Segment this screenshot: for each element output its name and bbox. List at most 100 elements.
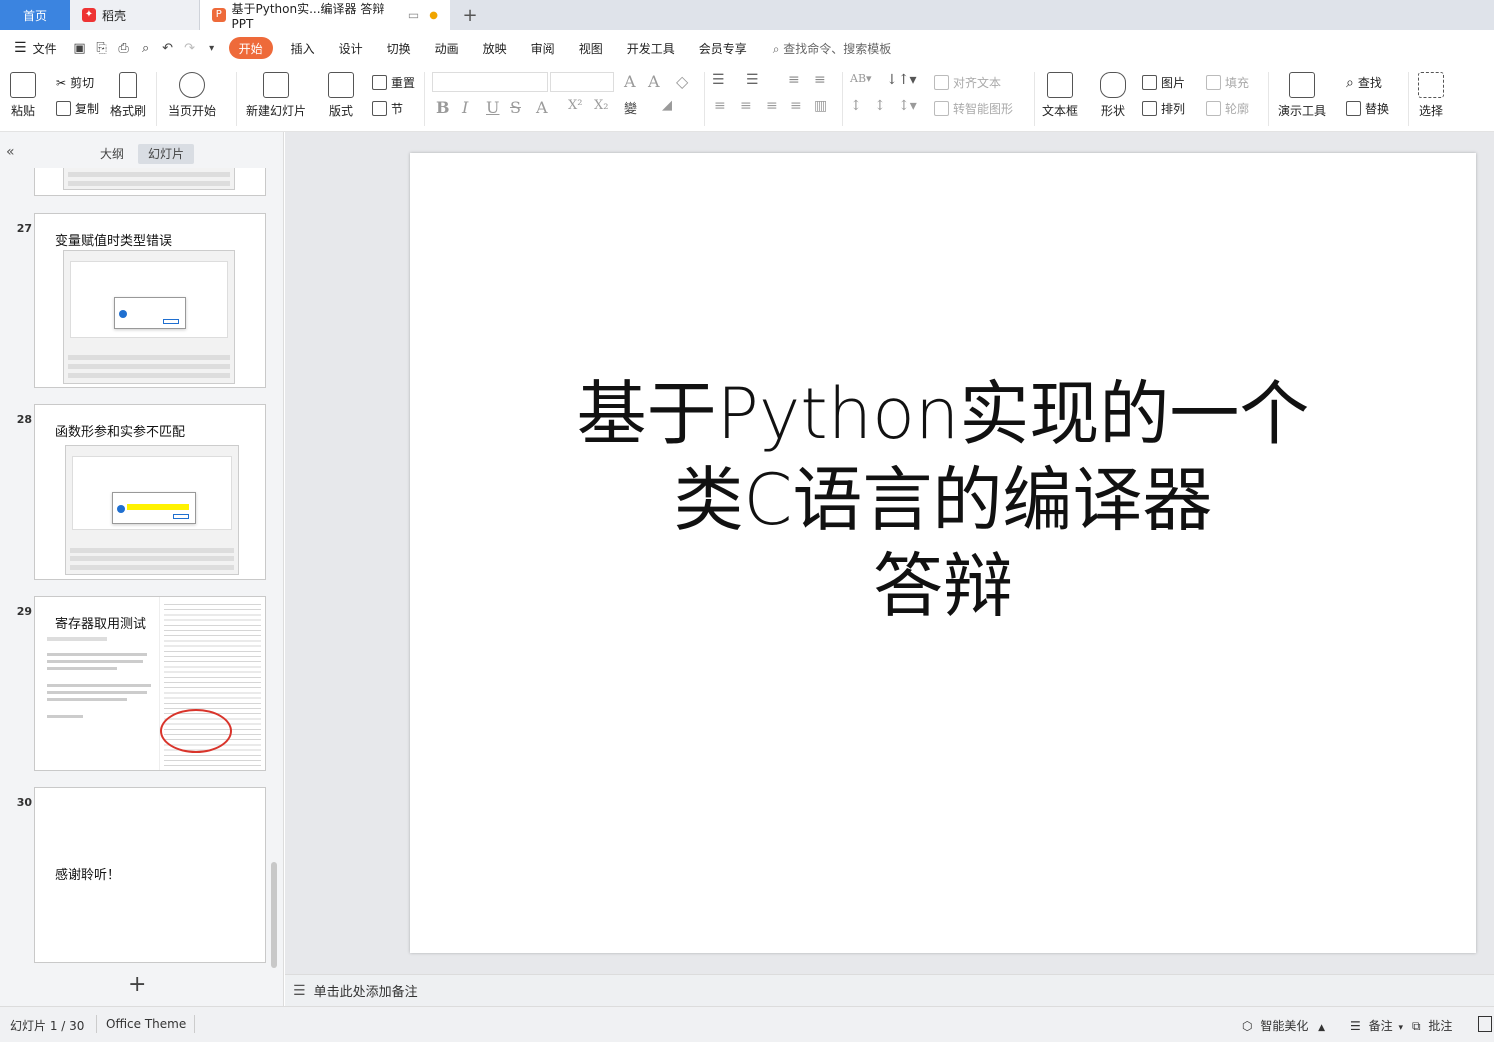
menu-tab-review[interactable]: 审阅 [519,30,567,66]
decrease-font-icon[interactable]: A [648,72,660,91]
notes-bar[interactable]: ☰ 单击此处添加备注 [285,974,1494,1006]
outline-button[interactable]: 轮廓 [1206,100,1249,117]
tab-home[interactable]: 首页 [0,0,70,30]
panel-scrollbar[interactable] [271,862,277,968]
tab-document[interactable]: P 基于Python实...编译器 答辩PPT ▭ ● [200,0,450,31]
print-preview-icon[interactable]: ⌕ [135,37,157,59]
font-color-icon[interactable]: A [536,98,548,117]
slide-panel: « 大纲 幻灯片 27 变量赋值时类型错误 28 函数形参和实参不匹配 29 寄… [0,132,284,1006]
subscript-icon[interactable]: X₂ [594,98,608,113]
cut-button[interactable]: ✂ 剪切 [56,74,94,91]
undo-icon[interactable]: ↶ [157,37,179,59]
distribute-icon[interactable]: ▥ [814,98,827,114]
spacing-dropdown-icon[interactable]: ↕▾ [898,98,917,114]
slide-thumbnail-27[interactable]: 变量赋值时类型错误 [34,213,266,388]
thumbnail-title: 感谢聆听！ [55,868,121,883]
textbox-button[interactable]: 文本框 [1042,72,1078,119]
paste-button[interactable]: 粘贴 [10,72,36,119]
bullet-list-icon[interactable]: ☰ [712,72,725,88]
menu-tab-view[interactable]: 视图 [567,30,615,66]
menu-tab-transition[interactable]: 切换 [375,30,423,66]
redo-icon[interactable]: ↷ [179,37,201,59]
presenter-tools-button[interactable]: 演示工具 [1278,72,1326,119]
normal-view-icon[interactable] [1478,1016,1492,1032]
export-pdf-icon[interactable]: ⎘ [91,37,113,59]
menu-tab-developer[interactable]: 开发工具 [615,30,687,66]
comments-button[interactable]: ⧉ 批注 [1412,1017,1452,1034]
tab-slides[interactable]: 幻灯片 [138,144,195,164]
tab-outline[interactable]: 大纲 [90,144,134,164]
pin-icon[interactable]: ▭ [408,8,419,22]
strikethrough-icon[interactable]: S [510,98,521,117]
numbered-list-icon[interactable]: ☰ [746,72,759,88]
paragraph-spacing-icon[interactable]: ↕ [874,98,886,114]
menu-tab-animation[interactable]: 动画 [423,30,471,66]
slide-title-line-1: 基于Python实现的一个 [576,373,1310,455]
format-painter-button[interactable]: 格式刷 [110,72,146,119]
superscript-icon[interactable]: X² [568,98,582,113]
align-right-icon[interactable]: ≡ [766,98,778,114]
clear-format-icon[interactable]: ◇ [676,72,688,91]
text-direction-icon[interactable]: AB▾ [850,72,872,85]
font-family-select[interactable] [432,72,548,92]
picture-button[interactable]: 图片 [1142,74,1185,91]
smartart-button[interactable]: 转智能图形 [934,100,1013,117]
outline-label: 轮廓 [1225,102,1250,116]
align-text-button[interactable]: 对齐文本 [934,74,1001,91]
menu-tab-home[interactable]: 开始 [228,37,273,59]
slide-counter: 幻灯片 1 / 30 [10,1019,85,1033]
file-menu[interactable]: ☰ 文件 [0,30,69,66]
slide-title[interactable]: 基于Python实现的一个 类C语言的编译器 答辩 [410,371,1476,629]
new-tab-button[interactable]: + [450,0,490,30]
play-from-current-button[interactable]: 当页开始 [168,72,216,119]
smart-beautify-button[interactable]: ⬡ 智能美化 ▲ [1242,1017,1325,1034]
notes-toggle-button[interactable]: ☰ 备注 ▾ [1350,1017,1403,1034]
save-icon[interactable]: ▣ [69,37,91,59]
bold-icon[interactable]: B [436,98,450,117]
shape-button[interactable]: 形状 [1100,72,1126,119]
section-button[interactable]: 节 [372,100,403,117]
find-button[interactable]: ⌕ 查找 [1346,74,1382,91]
phonetic-icon[interactable]: 變 [624,98,637,117]
underline-icon[interactable]: U [486,98,499,117]
print-icon[interactable]: ⎙ [113,37,135,59]
align-left-icon[interactable]: ≡ [714,98,726,114]
slide-thumbnail-30[interactable]: 感谢聆听！ [34,787,266,963]
font-size-select[interactable] [550,72,614,92]
command-search[interactable]: ⌕ 查找命令、搜索模板 [773,40,892,57]
replace-button[interactable]: 替换 [1346,100,1389,117]
select-button[interactable]: 选择 [1418,72,1444,119]
smartart-label: 转智能图形 [953,102,1014,116]
picture-label: 图片 [1161,76,1186,90]
increase-indent-icon[interactable]: ≡ [814,72,826,88]
tab-daoke[interactable]: ✦ 稻壳 [70,0,200,30]
add-slide-button[interactable]: + [128,972,146,997]
menu-tab-design[interactable]: 设计 [327,30,375,66]
quick-access-dropdown-icon[interactable]: ▾ [201,37,223,59]
slide-thumbnail-29[interactable]: 寄存器取用测试 [34,596,266,771]
current-slide[interactable]: 基于Python实现的一个 类C语言的编译器 答辩 [410,153,1476,953]
menu-tab-insert[interactable]: 插入 [279,30,327,66]
new-slide-button[interactable]: 新建幻灯片 [246,72,306,119]
reset-button[interactable]: 重置 [372,74,415,91]
menu-tab-member[interactable]: 会员专享 [687,30,759,66]
line-spacing-icon[interactable]: ↕ [850,98,862,114]
slide-thumbnail-28[interactable]: 函数形参和实参不匹配 [34,404,266,580]
decrease-indent-icon[interactable]: ≡ [788,72,800,88]
align-center-icon[interactable]: ≡ [740,98,752,114]
screenshot-image [63,250,235,384]
new-slide-label: 新建幻灯片 [246,104,307,118]
ppt-file-icon: P [212,8,226,22]
sort-icon[interactable]: ↓↑▾ [886,72,917,88]
copy-button[interactable]: 复制 [56,100,99,117]
menu-tab-slideshow[interactable]: 放映 [471,30,519,66]
slide-number: 28 [16,413,32,426]
highlight-icon[interactable]: ◢ [662,98,672,113]
italic-icon[interactable]: I [462,98,468,117]
increase-font-icon[interactable]: A [624,72,636,91]
slide-thumbnail-26[interactable] [34,168,266,196]
layout-button[interactable]: 版式 [328,72,354,119]
fill-button[interactable]: 填充 [1206,74,1249,91]
justify-icon[interactable]: ≡ [790,98,802,114]
arrange-button[interactable]: 排列 [1142,100,1185,117]
